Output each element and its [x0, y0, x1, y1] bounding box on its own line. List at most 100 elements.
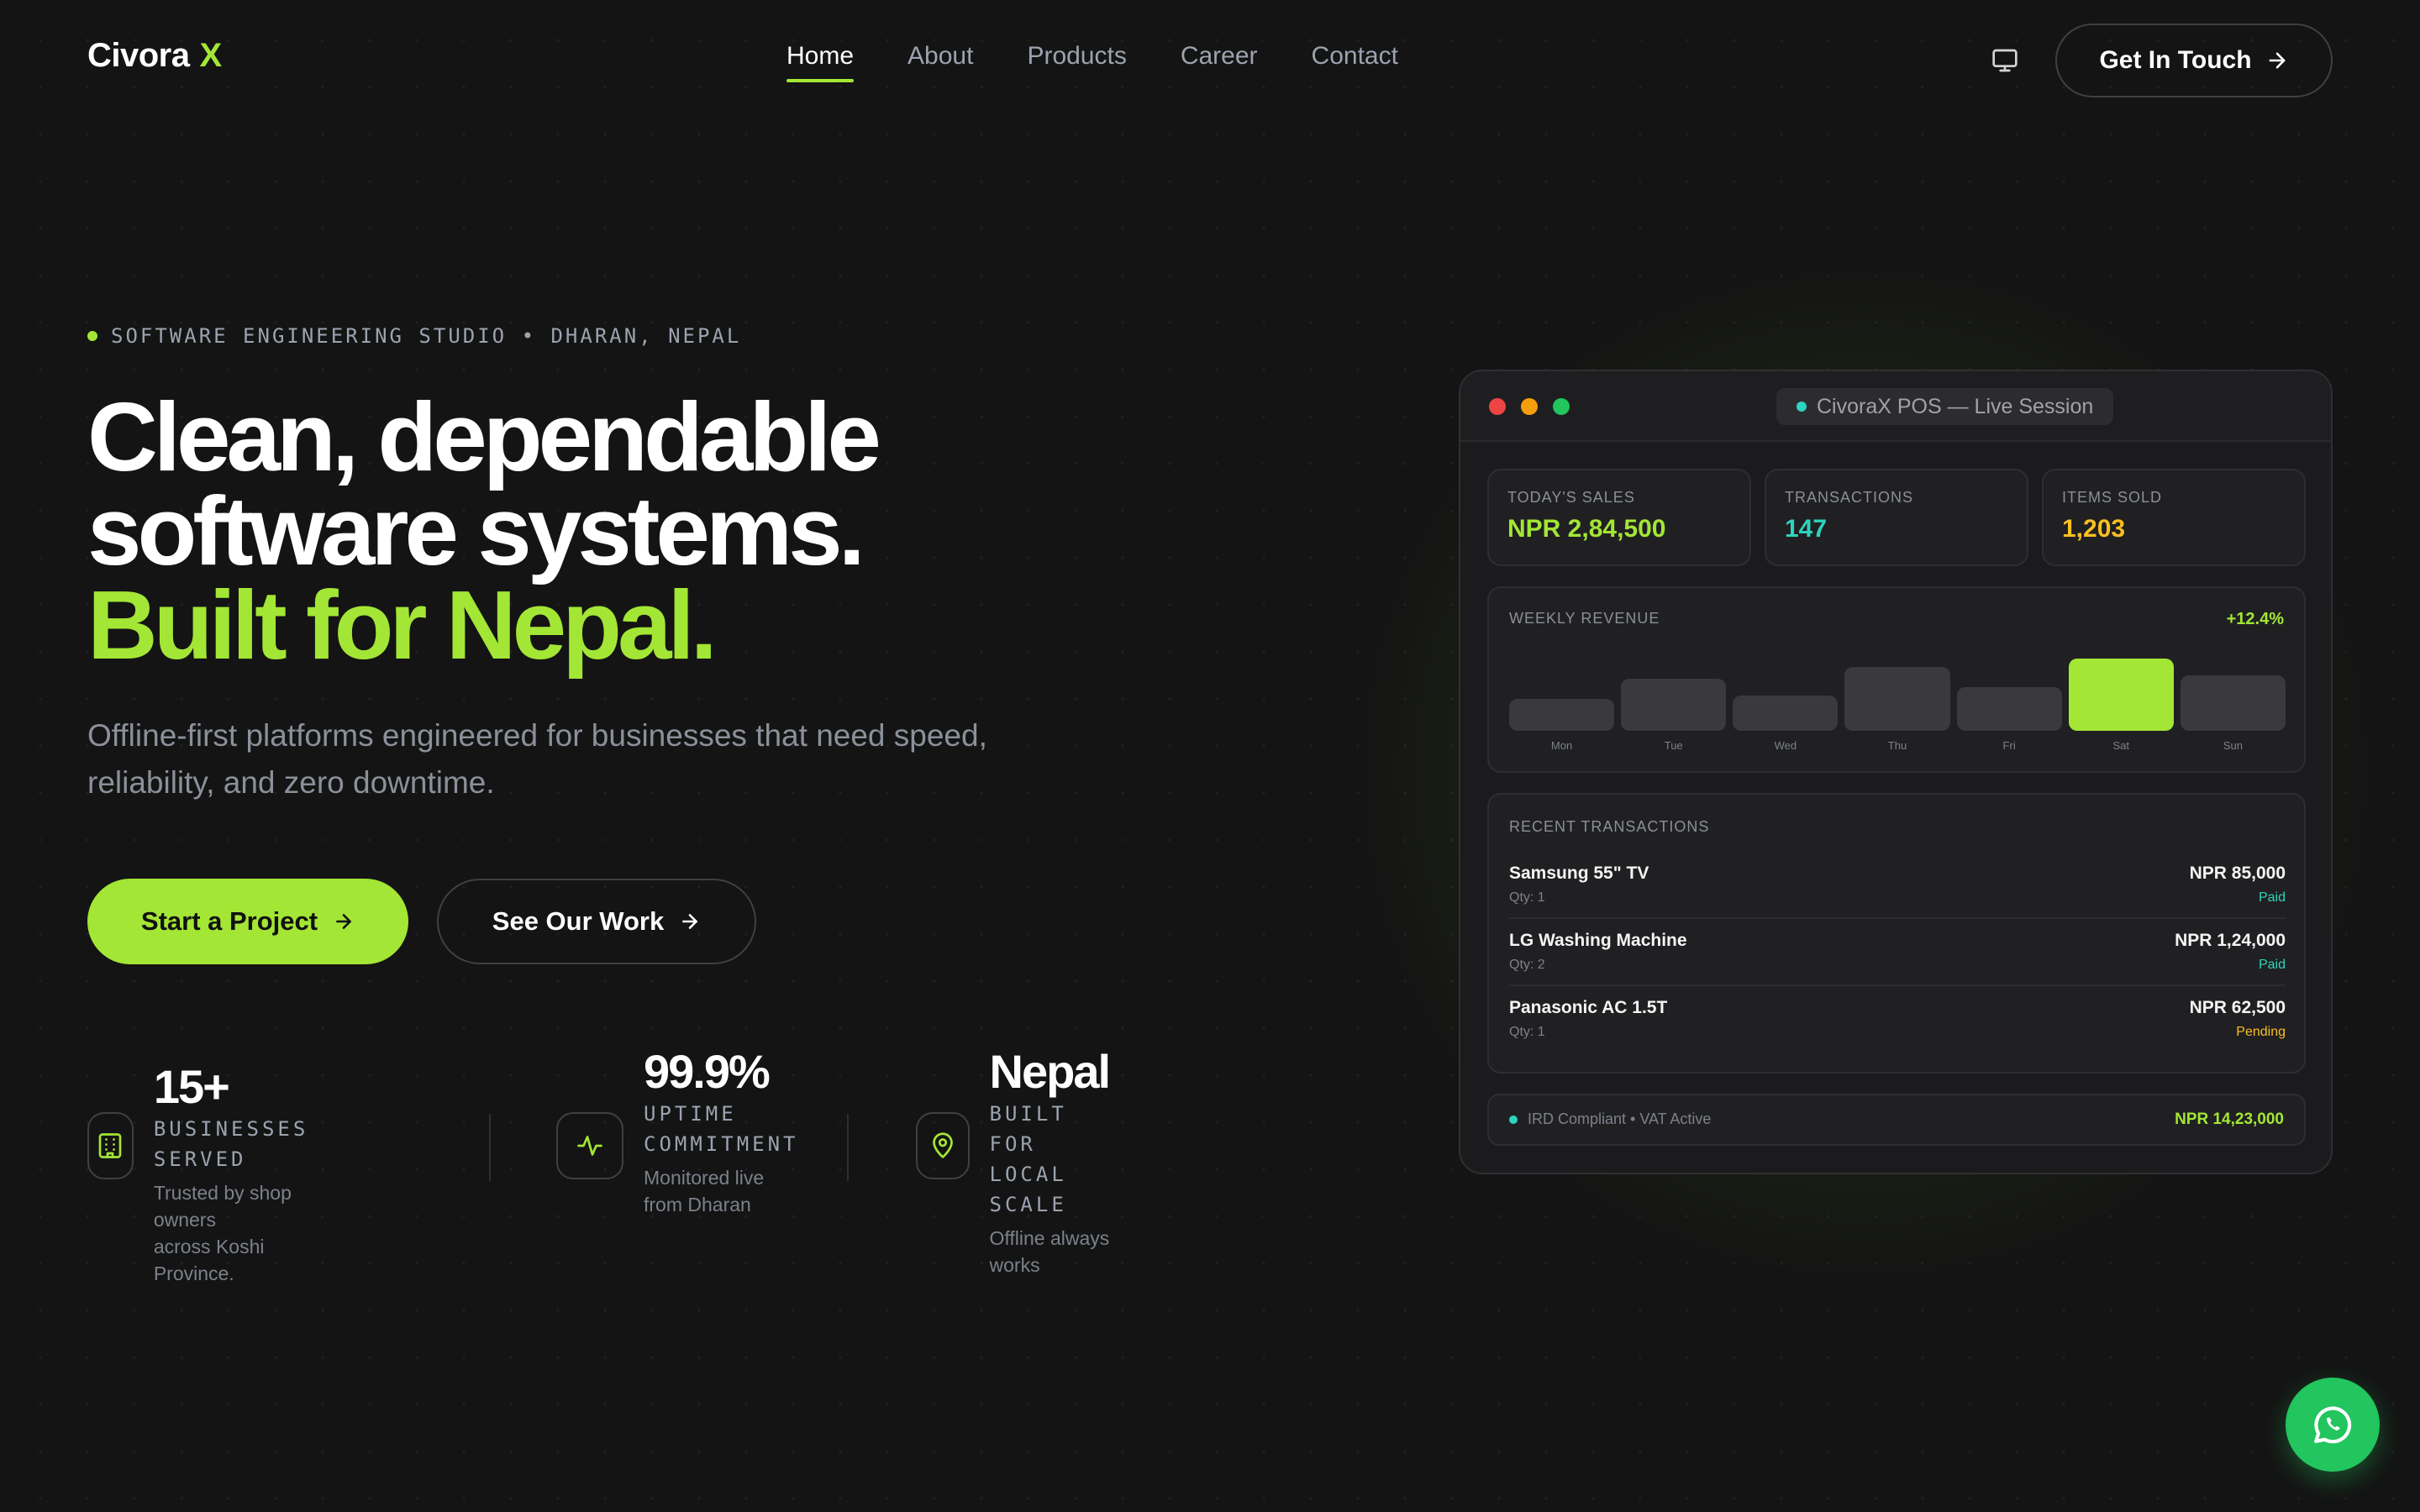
session-pill: CivoraX POS — Live Session	[1776, 388, 2114, 425]
stat-icon-box	[916, 1112, 970, 1179]
revenue-change: +12.4%	[2226, 610, 2284, 628]
stat-businesses: 15+ BUSINESSES SERVED Trusted by shop ow…	[87, 1060, 330, 1287]
whatsapp-button[interactable]	[2286, 1378, 2380, 1472]
stat-divider	[847, 1114, 849, 1181]
arrow-right-icon	[336, 914, 351, 929]
nav-link-home[interactable]: Home	[786, 42, 855, 82]
hero-headline: Clean, dependable software systems. Buil…	[87, 382, 881, 674]
get-in-touch-button[interactable]: Get In Touch	[2055, 24, 2333, 97]
revenue-bar-mon	[1509, 699, 1615, 731]
revenue-bar-sat	[2068, 659, 2174, 731]
revenue-bar-label: Sat	[2112, 739, 2130, 752]
maximize-dot	[1553, 398, 1570, 415]
stat-label: UPTIME COMMITMENT	[644, 1102, 799, 1156]
compliance-dot	[1509, 1115, 1518, 1124]
live-dot	[1797, 402, 1807, 412]
kpi-label: TRANSACTIONS	[1785, 489, 1914, 506]
hero-eyebrow: SOFTWARE ENGINEERING STUDIO • DHARAN, NE…	[87, 324, 741, 348]
headline-line-2: software systems.	[87, 476, 865, 585]
stat-divider	[489, 1114, 491, 1181]
stat-nepal: Nepal BUILT FOR LOCAL SCALE Offline alway…	[916, 1045, 1123, 1278]
revenue-bar-wed	[1733, 696, 1839, 731]
arrow-right-icon	[2269, 52, 2285, 69]
transaction-name: Samsung 55" TV	[1509, 864, 1649, 883]
revenue-bar-tue	[1621, 679, 1727, 731]
revenue-bar-label: Wed	[1774, 739, 1797, 752]
transaction-amount: NPR 85,000	[2189, 864, 2286, 883]
nav-link-products[interactable]: Products	[1027, 42, 1126, 82]
transaction-qty: Qty: 2	[1509, 958, 1545, 972]
kpi-label: ITEMS SOLD	[2062, 489, 2163, 506]
transaction-name: LG Washing Machine	[1509, 931, 1687, 950]
compliance-status: IRD Compliant • VAT Active	[1509, 1110, 1711, 1128]
close-dot	[1489, 398, 1506, 415]
nav-link-contact[interactable]: Contact	[1312, 42, 1398, 82]
stat-label: BUSINESSES SERVED	[153, 1117, 309, 1171]
arrow-right-icon	[682, 914, 698, 929]
transaction-row[interactable]: LG Washing Machine Qty: 2 NPR 1,24,000 P…	[1509, 919, 2286, 986]
activity-icon	[577, 1136, 602, 1156]
revenue-bar-label: Tue	[1664, 739, 1683, 752]
nav-links: Home About Products Career Contact	[786, 42, 1398, 82]
revenue-bar-sun	[2180, 675, 2286, 731]
kpi-row: TODAY'S SALES NPR 2,84,500 TRANSACTIONS …	[1487, 469, 2306, 566]
weekly-revenue-chart: Mon Tue Wed Thu Fri Sat Sun	[1509, 647, 2286, 756]
stat-description: Monitored live from Dharan	[644, 1167, 765, 1215]
see-our-work-button[interactable]: See Our Work	[437, 879, 756, 964]
dashboard-footer: IRD Compliant • VAT Active NPR 14,23,000	[1487, 1094, 2306, 1146]
transaction-amount: NPR 1,24,000	[2175, 931, 2286, 950]
transaction-status: Paid	[2258, 958, 2286, 972]
revenue-bar-label: Sun	[2223, 739, 2243, 752]
top-navigation: Civora X Home About Products Career Conta…	[0, 0, 2420, 119]
stat-value: 15+	[153, 1060, 230, 1113]
transactions-title: RECENT TRANSACTIONS	[1509, 818, 1710, 835]
pos-dashboard-window: CivoraX POS — Live Session TODAY'S SALES…	[1459, 370, 2333, 1174]
transaction-status: Pending	[2236, 1025, 2286, 1039]
kpi-card-sales: TODAY'S SALES NPR 2,84,500	[1487, 469, 1751, 566]
hero-subtitle: Offline-first platforms engineered for b…	[87, 718, 987, 800]
session-title: CivoraX POS — Live Session	[1817, 394, 2094, 418]
kpi-card-items: ITEMS SOLD 1,203	[2042, 469, 2306, 566]
transaction-status: Paid	[2258, 890, 2286, 905]
theme-toggle-button[interactable]	[1988, 44, 2022, 77]
transaction-qty: Qty: 1	[1509, 890, 1545, 905]
logo-text: Civora	[87, 37, 190, 74]
stat-value: 99.9%	[644, 1045, 771, 1098]
kpi-label: TODAY'S SALES	[1507, 489, 1635, 506]
transaction-qty: Qty: 1	[1509, 1025, 1545, 1039]
footer-total: NPR 14,23,000	[2175, 1110, 2284, 1128]
logo-mark: X	[199, 37, 223, 74]
kpi-value: NPR 2,84,500	[1507, 515, 1666, 543]
status-dot	[87, 331, 97, 341]
start-project-button[interactable]: Start a Project	[87, 879, 408, 964]
headline-line-1: Clean, dependable	[87, 382, 881, 491]
transaction-row[interactable]: Samsung 55" TV Qty: 1 NPR 85,000 Paid	[1509, 852, 2286, 919]
kpi-card-transactions: TRANSACTIONS 147	[1765, 469, 2028, 566]
logo[interactable]: Civora X	[87, 37, 222, 75]
map-pin-icon	[932, 1132, 953, 1158]
nav-link-career[interactable]: Career	[1181, 42, 1258, 82]
stat-icon-box	[556, 1112, 623, 1179]
transaction-amount: NPR 62,500	[2189, 998, 2286, 1017]
compliance-text: IRD Compliant • VAT Active	[1528, 1110, 1712, 1127]
nav-link-about[interactable]: About	[908, 42, 973, 82]
eyebrow-text: SOFTWARE ENGINEERING STUDIO • DHARAN, NE…	[111, 324, 742, 348]
stat-description: Trusted by shop owners across Koshi Provi…	[153, 1182, 292, 1284]
revenue-bar-label: Fri	[2002, 739, 2016, 752]
stat-value: Nepal	[989, 1045, 1111, 1098]
stat-label: BUILT FOR LOCAL SCALE	[989, 1102, 1067, 1216]
whatsapp-icon	[2314, 1406, 2352, 1444]
window-controls	[1489, 398, 1570, 415]
kpi-value: 1,203	[2062, 515, 2126, 543]
get-in-touch-label: Get In Touch	[2099, 46, 2252, 74]
transaction-name: Panasonic AC 1.5T	[1509, 998, 1668, 1017]
transaction-row[interactable]: Panasonic AC 1.5T Qty: 1 NPR 62,500 Pend…	[1509, 986, 2286, 1053]
building-icon	[99, 1133, 122, 1158]
revenue-bar-label: Thu	[1887, 739, 1907, 752]
window-title-bar: CivoraX POS — Live Session	[1460, 371, 2331, 442]
revenue-bar-fri	[1956, 687, 2062, 731]
revenue-bar-thu	[1844, 667, 1950, 731]
recent-transactions-card: RECENT TRANSACTIONS Samsung 55" TV Qty: …	[1487, 793, 2306, 1074]
see-our-work-label: See Our Work	[492, 906, 665, 936]
kpi-value: 147	[1785, 515, 1828, 543]
